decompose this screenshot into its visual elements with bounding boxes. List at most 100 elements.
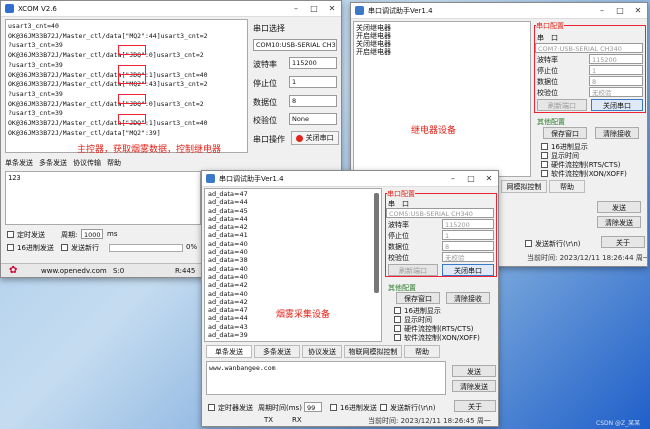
close-port-label: 关闭串口: [305, 134, 334, 142]
relay-opt-checkbox[interactable]: [541, 170, 548, 177]
smoke-stop-select[interactable]: 1: [442, 230, 494, 240]
smoke-tab-help[interactable]: 帮助: [404, 345, 440, 358]
relay-save-button[interactable]: 保存窗口: [543, 127, 587, 139]
highlight-box: [118, 74, 146, 84]
smoke-log-line: ad_data=40: [208, 264, 248, 273]
smoke-parity-label: 校验位: [388, 254, 409, 262]
port-op-label: 串口操作: [253, 135, 285, 144]
relay-port-select[interactable]: COM7:USB-SERIAL CH340: [535, 43, 643, 53]
smoke-send-newline-label: 发送新行(\r\n): [390, 404, 436, 412]
xcom-log-line: OK@36JM33B72J/Master_ctl/data["MQ2":44]u…: [8, 31, 208, 40]
relay-tab-help[interactable]: 帮助: [549, 180, 585, 193]
relay-log: 关闭继电器 开启继电器 关闭继电器 开启继电器: [356, 24, 528, 56]
smoke-clear-send-button[interactable]: 清除发送: [452, 380, 496, 392]
relay-clear-recv-button[interactable]: 清除接收: [595, 127, 639, 139]
smoke-send-input[interactable]: www.wanbangee.com: [206, 361, 446, 395]
relay-parity-select[interactable]: 无校验: [589, 87, 643, 97]
settings-gear-icon[interactable]: ✿: [9, 265, 17, 276]
close-icon[interactable]: ✕: [629, 6, 647, 15]
smoke-hex-send-checkbox[interactable]: [330, 404, 337, 411]
relay-tab-iot[interactable]: 网模拟控制: [501, 180, 547, 193]
data-bits-select[interactable]: 8: [289, 95, 337, 107]
smoke-close-button[interactable]: 关闭串口: [442, 264, 494, 276]
hex-send-checkbox[interactable]: [7, 244, 14, 251]
xcom-log-line: usart3_cnt=40: [8, 22, 59, 30]
period-input[interactable]: 1000: [81, 229, 103, 239]
maximize-icon[interactable]: □: [462, 174, 480, 183]
smoke-port-select[interactable]: COM5:USB-SERIAL CH340: [386, 208, 494, 218]
smoke-clear-recv-button[interactable]: 清除接收: [446, 292, 490, 304]
smoke-period-input[interactable]: 99: [304, 402, 322, 412]
relay-close-button[interactable]: 关闭串口: [591, 99, 643, 111]
parity-select[interactable]: None: [289, 113, 337, 125]
smoke-scrollbar[interactable]: [374, 193, 379, 293]
status-website[interactable]: www.openedv.com: [41, 267, 107, 275]
xcom-annotation: 主控器，获取烟雾数据，控制继电器: [77, 145, 222, 155]
smoke-parity-select[interactable]: 无校验: [442, 252, 494, 262]
relay-parity-label: 校验位: [537, 89, 558, 97]
smoke-send-button[interactable]: 发送: [452, 365, 496, 377]
smoke-opt-checkbox[interactable]: [394, 316, 401, 323]
relay-stop-select[interactable]: 1: [589, 65, 643, 75]
relay-opt-checkbox[interactable]: [541, 161, 548, 168]
smoke-opt-checkbox[interactable]: [394, 334, 401, 341]
highlight-box: [118, 94, 146, 104]
smoke-about-button[interactable]: 关于: [454, 400, 496, 412]
smoke-baud-label: 波特率: [388, 221, 409, 229]
relay-baud-select[interactable]: 115200: [589, 54, 643, 64]
smoke-baud-select[interactable]: 115200: [442, 219, 494, 229]
smoke-refresh-button[interactable]: 刷新端口: [388, 264, 438, 276]
port-status-icon: [296, 134, 304, 142]
smoke-opt-checkbox[interactable]: [394, 307, 401, 314]
relay-log-line: 开启继电器: [356, 48, 391, 56]
port-select-label: 串口选择: [253, 24, 285, 33]
smoke-data-select[interactable]: 8: [442, 241, 494, 251]
minimize-icon[interactable]: –: [444, 174, 462, 183]
maximize-icon[interactable]: □: [611, 6, 629, 15]
smoke-save-button[interactable]: 保存窗口: [396, 292, 440, 304]
close-port-button[interactable]: 关闭串口: [291, 131, 339, 145]
smoke-tab-protocol[interactable]: 协议发送: [302, 345, 342, 358]
smoke-send-newline-checkbox[interactable]: [380, 404, 387, 411]
send-newline-checkbox[interactable]: [61, 244, 68, 251]
relay-send-newline-checkbox[interactable]: [525, 240, 532, 247]
smoke-tab-single[interactable]: 单条发送: [206, 345, 252, 358]
tab-single-send[interactable]: 单条发送: [5, 158, 33, 170]
relay-other-title: 其他配置: [537, 118, 565, 126]
close-icon[interactable]: ✕: [480, 174, 498, 183]
maximize-icon[interactable]: □: [305, 4, 323, 13]
relay-receive-area[interactable]: 关闭继电器 开启继电器 关闭继电器 开启继电器: [353, 21, 531, 177]
relay-send-button[interactable]: 发送: [597, 201, 641, 213]
xcom-receive-area[interactable]: usart3_cnt=40 OK@36JM33B72J/Master_ctl/da…: [5, 19, 248, 153]
relay-opt-checkbox[interactable]: [541, 152, 548, 159]
xcom-title: XCOM V2.6: [18, 4, 57, 13]
close-icon[interactable]: ✕: [323, 4, 341, 13]
timed-send-checkbox[interactable]: [7, 231, 14, 238]
smoke-tab-iot[interactable]: 物联网模拟控制: [344, 345, 402, 358]
data-bits-label: 数据位: [253, 98, 277, 107]
tab-multi-send[interactable]: 多条发送: [39, 158, 67, 170]
minimize-icon[interactable]: –: [287, 4, 305, 13]
minimize-icon[interactable]: –: [593, 6, 611, 15]
relay-about-button[interactable]: 关于: [601, 236, 645, 248]
relay-refresh-button[interactable]: 刷新端口: [537, 99, 587, 111]
smoke-titlebar: 串口调试助手Ver1.4 – □ ✕: [202, 171, 498, 187]
smoke-opt-checkbox[interactable]: [394, 325, 401, 332]
baud-select[interactable]: 115200: [289, 57, 337, 69]
xcom-send-input[interactable]: 123: [5, 171, 201, 225]
relay-clear-send-button[interactable]: 清除发送: [597, 216, 641, 228]
smoke-app-icon: [206, 174, 215, 183]
relay-data-select[interactable]: 8: [589, 76, 643, 86]
smoke-log-line: ad_data=44: [208, 198, 248, 207]
smoke-hex-send-label: 16进制发送: [340, 404, 377, 412]
stop-select[interactable]: 1: [289, 76, 337, 88]
tab-help[interactable]: 帮助: [107, 158, 121, 170]
port-select[interactable]: COM10:USB-SERIAL CH34: [253, 39, 337, 51]
smoke-timed-send-checkbox[interactable]: [208, 404, 215, 411]
smoke-tab-multi[interactable]: 多条发送: [254, 345, 300, 358]
smoke-log-line: ad_data=40: [208, 239, 248, 248]
relay-log-line: 关闭继电器: [356, 24, 391, 32]
relay-opt-checkbox[interactable]: [541, 143, 548, 150]
tab-protocol[interactable]: 协议传输: [73, 158, 101, 170]
relay-title: 串口调试助手Ver1.4: [368, 6, 433, 15]
